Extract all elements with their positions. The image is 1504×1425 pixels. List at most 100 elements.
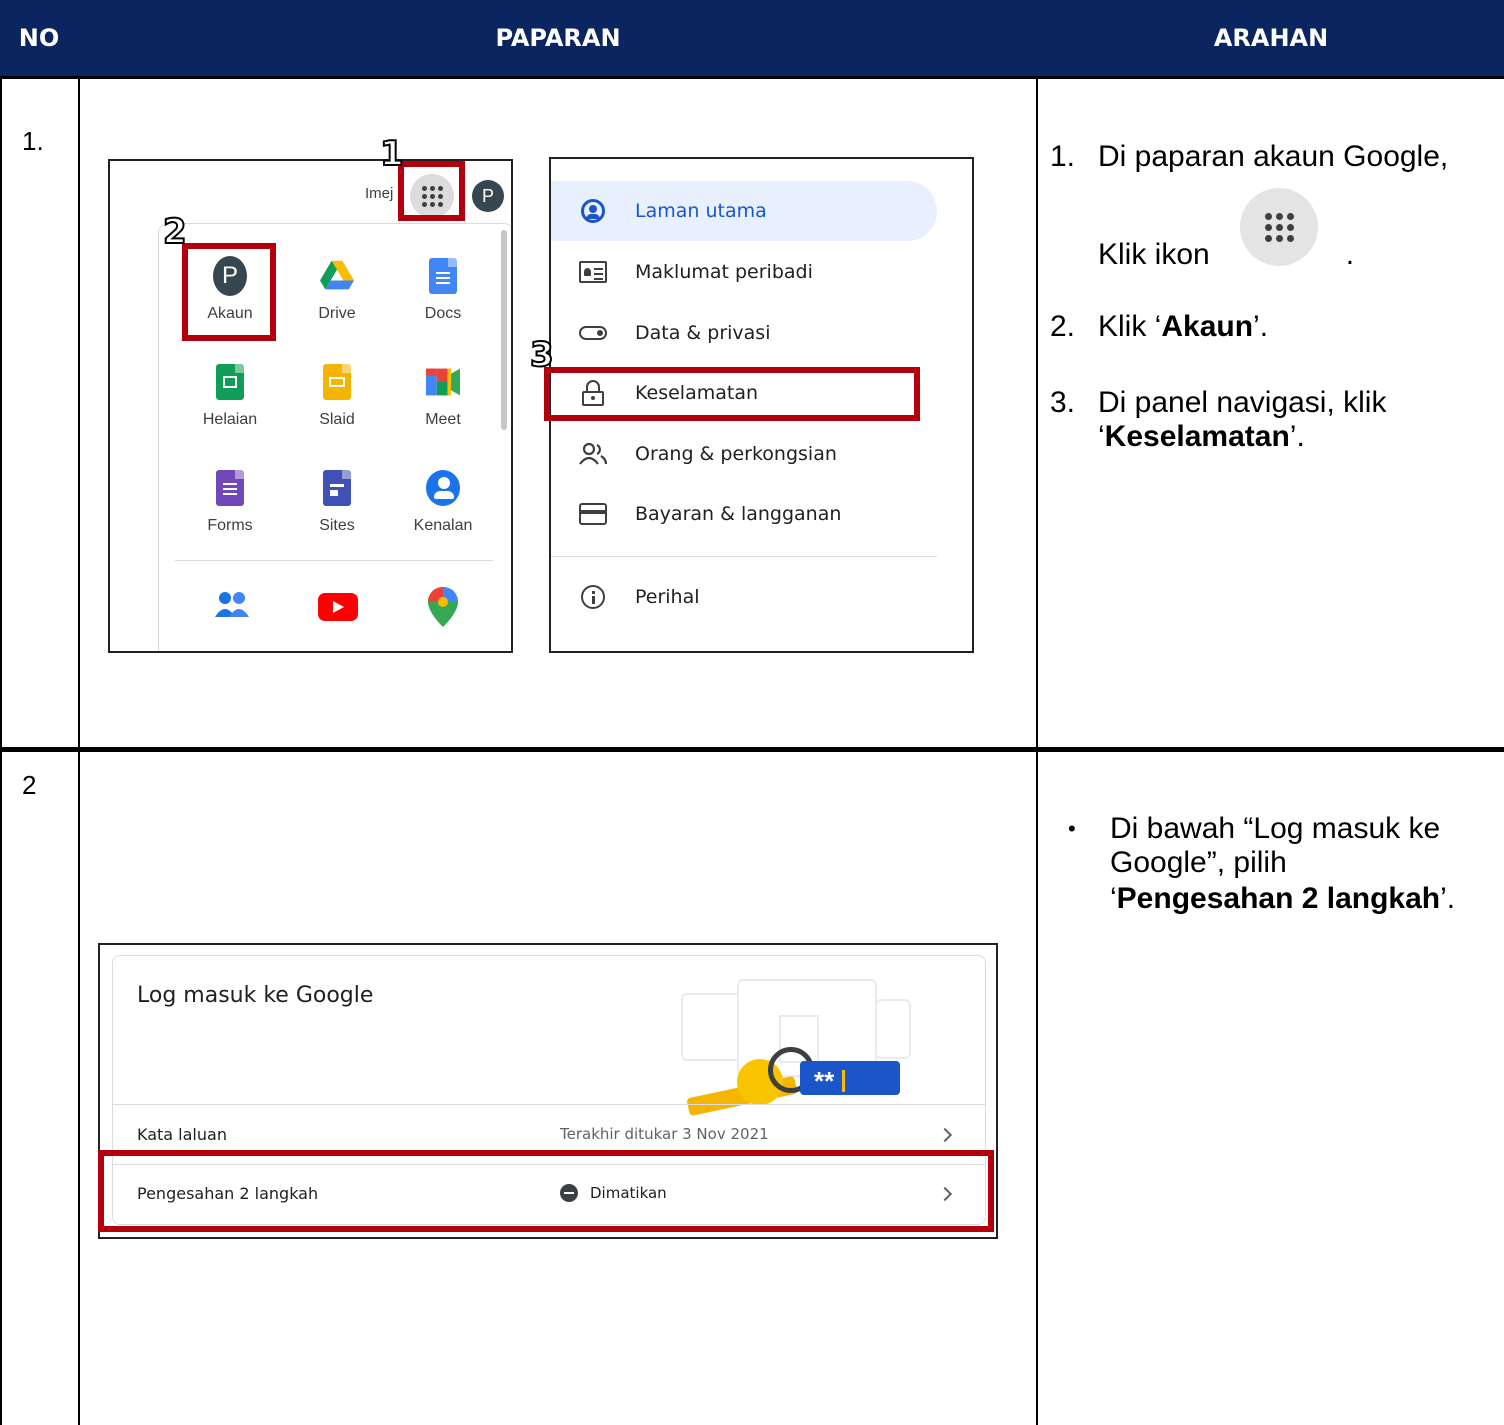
nav-label: Orang & perkongsian [635, 443, 837, 465]
app-label: Helaian [202, 411, 258, 428]
row-number-2: 2 [22, 770, 37, 800]
highlight-akaun [182, 243, 276, 341]
credit-card-icon [579, 503, 607, 525]
highlight-pengesahan-2-langkah [98, 1150, 994, 1232]
security-illustration: ** [675, 977, 915, 1117]
app-label: Sites [319, 517, 355, 534]
instruction-3-number: 3. [1050, 386, 1076, 419]
app-slaid[interactable]: Slaid [287, 363, 387, 429]
instruction-2-number: 2. [1050, 310, 1076, 343]
nav-label: Laman utama [635, 200, 767, 222]
instruction2-pre: ‘ [1110, 882, 1117, 915]
app-label: Meet [425, 411, 461, 428]
table-divider-1 [78, 79, 80, 1425]
apps-grid-inline-icon [1240, 188, 1318, 266]
instruction2-line2: Google”, pilih [1110, 846, 1287, 879]
app-kenalan[interactable]: Kenalan [393, 469, 493, 535]
apps-scrollbar[interactable] [501, 230, 507, 430]
forms-icon [216, 470, 244, 506]
header-no: NO [18, 24, 60, 52]
highlight-keselamatan [544, 367, 920, 421]
instruction-3-pre: ‘ [1098, 420, 1105, 453]
docs-icon [429, 258, 457, 294]
bullet-icon: • [1068, 816, 1076, 841]
info-icon [581, 585, 605, 609]
instruction2-post: ’. [1440, 882, 1456, 915]
password-value: Terakhir ditukar 3 Nov 2021 [560, 1125, 769, 1143]
row-number-1: 1. [22, 126, 44, 156]
instruction-3: 3. Di panel navigasi, klik [1050, 386, 1386, 420]
chevron-right-icon [937, 1127, 953, 1143]
app-label: Docs [424, 305, 462, 322]
instruction-1: 1. Di paparan akaun Google, [1050, 140, 1448, 174]
sheets-icon [216, 364, 244, 400]
nav-item-data-privasi[interactable]: Data & privasi [551, 303, 937, 363]
home-account-icon [581, 199, 605, 223]
nav-item-perihal[interactable]: Perihal [551, 567, 937, 627]
header-paparan: PAPARAN [495, 24, 621, 52]
nav-item-laman-utama[interactable]: Laman utama [551, 181, 937, 241]
nav-divider [551, 556, 937, 557]
avatar[interactable]: P [472, 180, 504, 212]
callout-3: 3 [529, 334, 555, 376]
app-sites[interactable]: Sites [287, 469, 387, 535]
app-meet[interactable]: Meet [393, 363, 493, 429]
password-field-icon: ** [800, 1061, 900, 1096]
instruction2-line3: ‘Pengesahan 2 langkah’. [1110, 882, 1455, 916]
nav-item-orang-perkongsian[interactable]: Orang & perkongsian [551, 424, 937, 484]
nav-label: Data & privasi [635, 322, 771, 344]
instruction-1b: Klik ikon. [1098, 238, 1354, 272]
youtube-icon [318, 593, 358, 621]
highlight-apps-button [398, 161, 465, 221]
instruction-3b: ‘Keselamatan’. [1098, 420, 1305, 454]
instruction2-line1: Di bawah “Log masuk ke [1110, 812, 1441, 845]
app-drive[interactable]: Drive [287, 257, 387, 323]
drive-icon [320, 260, 354, 290]
app-label: Drive [318, 305, 356, 322]
table-divider-2 [1036, 79, 1038, 1425]
id-card-icon [579, 261, 607, 283]
app-label: Kenalan [413, 517, 473, 534]
instruction-3-text: Di panel navigasi, klik [1098, 386, 1387, 419]
password-label: Kata laluan [137, 1125, 227, 1144]
slides-icon [323, 364, 351, 400]
sites-icon [323, 470, 351, 506]
instruction-3-bold: Keselamatan [1104, 420, 1290, 453]
callout-1: 1 [379, 133, 405, 175]
maps-icon [428, 587, 458, 632]
groups-icon [215, 591, 249, 622]
app-helaian[interactable]: Helaian [180, 363, 280, 429]
instruction-1-number: 1. [1050, 140, 1076, 173]
instruction-2-pre: Klik ‘ [1098, 310, 1162, 343]
password-mask: ** [814, 1066, 835, 1096]
instruction-2-post: ’. [1253, 310, 1269, 343]
meet-icon [426, 368, 460, 396]
card-title: Log masuk ke Google [137, 983, 374, 1008]
contacts-icon [426, 470, 460, 506]
apps-divider [175, 560, 493, 561]
app-label: Slaid [319, 411, 355, 428]
row-divider [0, 747, 1504, 752]
app-label: Forms [207, 517, 253, 534]
instruction-2-bold: Akaun [1161, 310, 1254, 343]
nav-item-maklumat-peribadi[interactable]: Maklumat peribadi [551, 242, 937, 302]
instruction-1-text: Di paparan akaun Google, [1098, 140, 1449, 173]
instruction-2: 2. Klik ‘Akaun’. [1050, 310, 1268, 344]
nav-label: Perihal [635, 586, 700, 608]
people-icon [579, 442, 608, 465]
instruction-1b-end: . [1345, 238, 1355, 271]
app-forms[interactable]: Forms [180, 469, 280, 535]
nav-label: Bayaran & langganan [635, 503, 842, 525]
topbar-text: Imej [365, 185, 394, 202]
table-header: NO PAPARAN ARAHAN [0, 0, 1504, 79]
instruction-3-post: ’. [1289, 420, 1305, 453]
toggle-icon [579, 326, 607, 340]
instruction-1b-text: Klik ikon [1098, 238, 1210, 271]
callout-2: 2 [162, 211, 188, 253]
header-arahan: ARAHAN [1213, 24, 1329, 52]
app-docs[interactable]: Docs [393, 257, 493, 323]
instruction2-bold: Pengesahan 2 langkah [1116, 882, 1441, 915]
nav-label: Maklumat peribadi [635, 261, 813, 283]
nav-item-bayaran-langganan[interactable]: Bayaran & langganan [551, 484, 937, 544]
table-border-left [0, 79, 2, 1425]
